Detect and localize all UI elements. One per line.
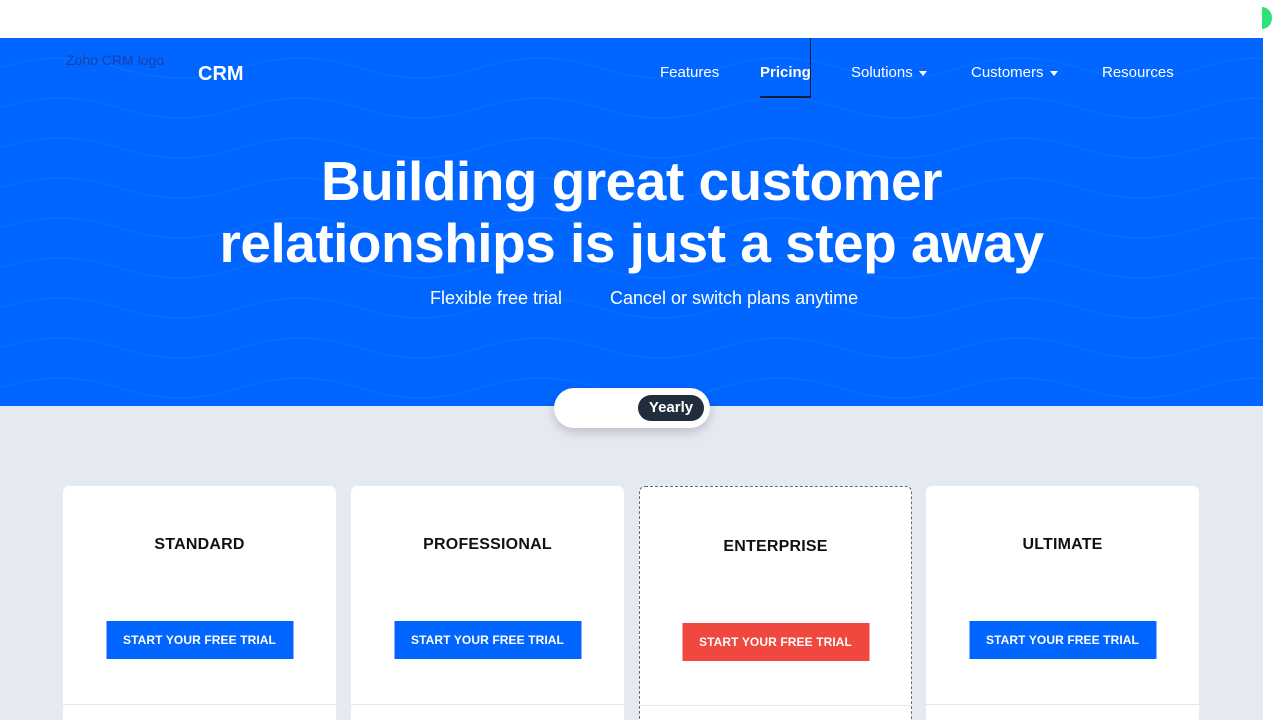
- text-cursor-line: [810, 38, 811, 98]
- hero-sub-cancel: Cancel or switch plans anytime: [610, 288, 859, 308]
- plan-name: ULTIMATE: [1022, 536, 1103, 553]
- nav-active-underline: [760, 96, 810, 98]
- start-trial-button[interactable]: START YOUR FREE TRIAL: [969, 621, 1156, 659]
- hero-title-line-1: Building great customer: [320, 150, 943, 212]
- chat-widget-icon[interactable]: [1262, 7, 1272, 29]
- plan-name: STANDARD: [154, 536, 245, 553]
- billing-toggle[interactable]: Yearly: [554, 388, 710, 428]
- nav-solutions[interactable]: Solutions: [851, 64, 927, 81]
- main-nav: Features Pricing Solutions Customers Res…: [0, 64, 1263, 98]
- chevron-down-icon: [1049, 70, 1058, 76]
- plan-card-professional: PROFESSIONAL START YOUR FREE TRIAL: [351, 486, 624, 720]
- card-divider: [63, 704, 336, 705]
- chevron-down-icon: [918, 70, 927, 76]
- start-trial-button[interactable]: START YOUR FREE TRIAL: [394, 621, 581, 659]
- billing-toggle-selected[interactable]: Yearly: [638, 395, 704, 421]
- hero-banner: Zoho CRM logo CRM Features Pricing Solut…: [0, 38, 1263, 406]
- plan-name: PROFESSIONAL: [423, 536, 552, 553]
- hero-title-line-2: relationships is just a step away: [219, 212, 1044, 274]
- hero-sub-free-trial: Flexible free trial: [430, 288, 563, 308]
- card-divider: [926, 704, 1199, 705]
- top-strip: [0, 0, 1280, 38]
- card-divider: [640, 705, 911, 706]
- nav-customers[interactable]: Customers: [971, 64, 1058, 81]
- plan-card-ultimate: ULTIMATE START YOUR FREE TRIAL: [926, 486, 1199, 720]
- nav-features[interactable]: Features: [660, 64, 719, 81]
- hero-title: Building great customer relationships is…: [0, 150, 1263, 274]
- plan-card-enterprise: ENTERPRISE START YOUR FREE TRIAL: [639, 486, 912, 720]
- nav-customers-label: Customers: [971, 64, 1044, 81]
- plan-card-standard: STANDARD START YOUR FREE TRIAL: [63, 486, 336, 720]
- nav-solutions-label: Solutions: [851, 64, 913, 81]
- nav-resources[interactable]: Resources: [1102, 64, 1174, 81]
- card-divider: [351, 704, 624, 705]
- start-trial-button[interactable]: START YOUR FREE TRIAL: [106, 621, 293, 659]
- plan-name: ENTERPRISE: [723, 538, 828, 555]
- nav-pricing[interactable]: Pricing: [760, 64, 811, 81]
- start-trial-button[interactable]: START YOUR FREE TRIAL: [682, 623, 869, 661]
